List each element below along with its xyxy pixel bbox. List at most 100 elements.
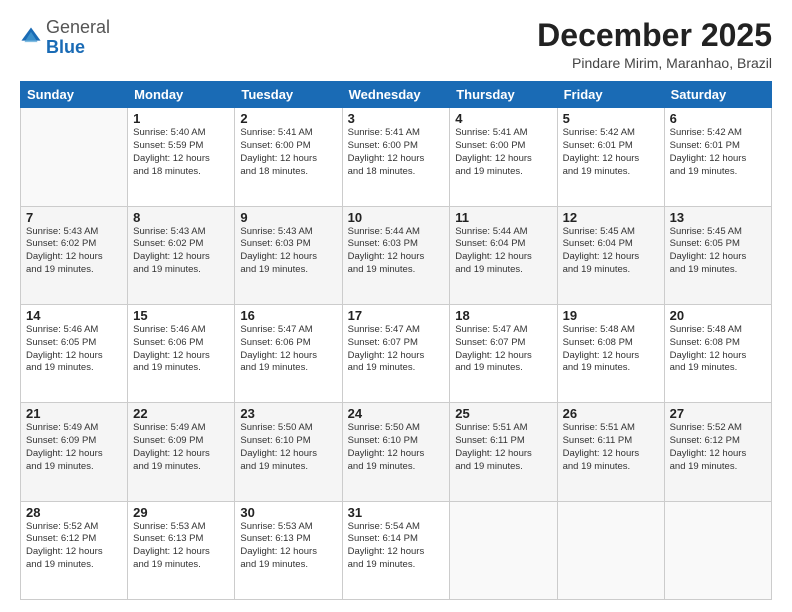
day-number: 26 [563,406,659,421]
calendar-cell: 13Sunrise: 5:45 AMSunset: 6:05 PMDayligh… [664,206,771,304]
page: General Blue December 2025 Pindare Mirim… [0,0,792,612]
day-number: 17 [348,308,445,323]
day-info: Sunrise: 5:41 AMSunset: 6:00 PMDaylight:… [240,127,336,178]
calendar-cell: 29Sunrise: 5:53 AMSunset: 6:13 PMDayligh… [128,501,235,599]
calendar-header-wednesday: Wednesday [342,82,450,108]
day-number: 23 [240,406,336,421]
day-info: Sunrise: 5:52 AMSunset: 6:12 PMDaylight:… [670,422,766,473]
calendar-header-saturday: Saturday [664,82,771,108]
day-info: Sunrise: 5:45 AMSunset: 6:04 PMDaylight:… [563,226,659,277]
day-info: Sunrise: 5:47 AMSunset: 6:07 PMDaylight:… [348,324,445,375]
day-info: Sunrise: 5:54 AMSunset: 6:14 PMDaylight:… [348,521,445,572]
calendar-cell: 22Sunrise: 5:49 AMSunset: 6:09 PMDayligh… [128,403,235,501]
calendar-cell: 15Sunrise: 5:46 AMSunset: 6:06 PMDayligh… [128,304,235,402]
day-number: 24 [348,406,445,421]
day-number: 13 [670,210,766,225]
day-number: 30 [240,505,336,520]
calendar-week-row: 14Sunrise: 5:46 AMSunset: 6:05 PMDayligh… [21,304,772,402]
logo-general-text: General [46,17,110,37]
calendar-cell [557,501,664,599]
day-info: Sunrise: 5:44 AMSunset: 6:03 PMDaylight:… [348,226,445,277]
day-info: Sunrise: 5:46 AMSunset: 6:05 PMDaylight:… [26,324,122,375]
calendar-cell: 18Sunrise: 5:47 AMSunset: 6:07 PMDayligh… [450,304,557,402]
day-number: 3 [348,111,445,126]
logo: General Blue [20,18,110,58]
day-info: Sunrise: 5:43 AMSunset: 6:02 PMDaylight:… [133,226,229,277]
logo-icon [20,26,42,48]
calendar-cell: 8Sunrise: 5:43 AMSunset: 6:02 PMDaylight… [128,206,235,304]
calendar-cell: 6Sunrise: 5:42 AMSunset: 6:01 PMDaylight… [664,108,771,206]
main-title: December 2025 [537,18,772,53]
calendar-week-row: 21Sunrise: 5:49 AMSunset: 6:09 PMDayligh… [21,403,772,501]
day-number: 18 [455,308,551,323]
day-info: Sunrise: 5:43 AMSunset: 6:02 PMDaylight:… [26,226,122,277]
day-info: Sunrise: 5:51 AMSunset: 6:11 PMDaylight:… [455,422,551,473]
day-info: Sunrise: 5:40 AMSunset: 5:59 PMDaylight:… [133,127,229,178]
day-info: Sunrise: 5:52 AMSunset: 6:12 PMDaylight:… [26,521,122,572]
logo-text: General Blue [46,18,110,58]
day-info: Sunrise: 5:43 AMSunset: 6:03 PMDaylight:… [240,226,336,277]
calendar-week-row: 7Sunrise: 5:43 AMSunset: 6:02 PMDaylight… [21,206,772,304]
calendar-cell: 9Sunrise: 5:43 AMSunset: 6:03 PMDaylight… [235,206,342,304]
calendar-header-thursday: Thursday [450,82,557,108]
day-info: Sunrise: 5:44 AMSunset: 6:04 PMDaylight:… [455,226,551,277]
calendar-cell: 30Sunrise: 5:53 AMSunset: 6:13 PMDayligh… [235,501,342,599]
calendar-cell: 25Sunrise: 5:51 AMSunset: 6:11 PMDayligh… [450,403,557,501]
calendar-cell: 7Sunrise: 5:43 AMSunset: 6:02 PMDaylight… [21,206,128,304]
day-number: 14 [26,308,122,323]
calendar-header-row: SundayMondayTuesdayWednesdayThursdayFrid… [21,82,772,108]
day-number: 21 [26,406,122,421]
calendar-cell: 21Sunrise: 5:49 AMSunset: 6:09 PMDayligh… [21,403,128,501]
day-info: Sunrise: 5:51 AMSunset: 6:11 PMDaylight:… [563,422,659,473]
calendar-cell: 26Sunrise: 5:51 AMSunset: 6:11 PMDayligh… [557,403,664,501]
calendar-cell [21,108,128,206]
day-number: 29 [133,505,229,520]
calendar-table: SundayMondayTuesdayWednesdayThursdayFrid… [20,81,772,600]
day-info: Sunrise: 5:48 AMSunset: 6:08 PMDaylight:… [563,324,659,375]
day-info: Sunrise: 5:53 AMSunset: 6:13 PMDaylight:… [133,521,229,572]
day-number: 15 [133,308,229,323]
calendar-cell: 2Sunrise: 5:41 AMSunset: 6:00 PMDaylight… [235,108,342,206]
calendar-cell: 27Sunrise: 5:52 AMSunset: 6:12 PMDayligh… [664,403,771,501]
calendar-header-tuesday: Tuesday [235,82,342,108]
day-number: 5 [563,111,659,126]
calendar-week-row: 1Sunrise: 5:40 AMSunset: 5:59 PMDaylight… [21,108,772,206]
calendar-header-friday: Friday [557,82,664,108]
calendar-cell: 14Sunrise: 5:46 AMSunset: 6:05 PMDayligh… [21,304,128,402]
day-number: 2 [240,111,336,126]
day-number: 31 [348,505,445,520]
day-number: 27 [670,406,766,421]
day-info: Sunrise: 5:48 AMSunset: 6:08 PMDaylight:… [670,324,766,375]
day-number: 8 [133,210,229,225]
day-number: 1 [133,111,229,126]
calendar-cell: 20Sunrise: 5:48 AMSunset: 6:08 PMDayligh… [664,304,771,402]
calendar-cell: 10Sunrise: 5:44 AMSunset: 6:03 PMDayligh… [342,206,450,304]
day-number: 6 [670,111,766,126]
day-info: Sunrise: 5:53 AMSunset: 6:13 PMDaylight:… [240,521,336,572]
day-info: Sunrise: 5:45 AMSunset: 6:05 PMDaylight:… [670,226,766,277]
calendar-header-sunday: Sunday [21,82,128,108]
subtitle: Pindare Mirim, Maranhao, Brazil [537,55,772,71]
day-info: Sunrise: 5:47 AMSunset: 6:06 PMDaylight:… [240,324,336,375]
calendar-cell: 28Sunrise: 5:52 AMSunset: 6:12 PMDayligh… [21,501,128,599]
header: General Blue December 2025 Pindare Mirim… [20,18,772,71]
calendar-cell: 31Sunrise: 5:54 AMSunset: 6:14 PMDayligh… [342,501,450,599]
day-info: Sunrise: 5:49 AMSunset: 6:09 PMDaylight:… [26,422,122,473]
day-number: 11 [455,210,551,225]
calendar-cell [450,501,557,599]
title-block: December 2025 Pindare Mirim, Maranhao, B… [537,18,772,71]
day-info: Sunrise: 5:50 AMSunset: 6:10 PMDaylight:… [348,422,445,473]
day-info: Sunrise: 5:49 AMSunset: 6:09 PMDaylight:… [133,422,229,473]
calendar-cell: 23Sunrise: 5:50 AMSunset: 6:10 PMDayligh… [235,403,342,501]
day-number: 22 [133,406,229,421]
calendar-cell: 24Sunrise: 5:50 AMSunset: 6:10 PMDayligh… [342,403,450,501]
day-number: 28 [26,505,122,520]
day-number: 10 [348,210,445,225]
day-info: Sunrise: 5:47 AMSunset: 6:07 PMDaylight:… [455,324,551,375]
day-number: 9 [240,210,336,225]
calendar-cell: 5Sunrise: 5:42 AMSunset: 6:01 PMDaylight… [557,108,664,206]
day-number: 16 [240,308,336,323]
calendar-cell [664,501,771,599]
day-number: 19 [563,308,659,323]
day-info: Sunrise: 5:41 AMSunset: 6:00 PMDaylight:… [455,127,551,178]
